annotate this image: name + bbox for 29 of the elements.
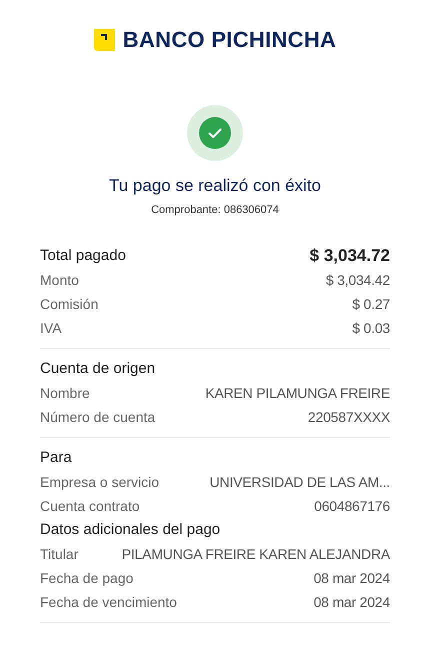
field-value: 0604867176	[314, 496, 390, 516]
field-label: IVA	[40, 318, 62, 338]
field-label: Monto	[40, 270, 79, 290]
field-value: KAREN PILAMUNGA FREIRE	[205, 384, 390, 402]
field-value: $ 0.27	[352, 294, 390, 314]
field-value: 08 mar 2024	[314, 592, 390, 612]
field-value: $ 0.03	[352, 318, 390, 338]
field-value: 08 mar 2024	[314, 568, 390, 588]
field-label: Empresa o servicio	[40, 472, 160, 492]
brand-name: BANCO PICHINCHA	[122, 26, 336, 54]
field-label: Número de cuenta	[40, 408, 156, 426]
success-title: Tu pago se realizó con éxito	[109, 175, 321, 197]
section-heading: Datos adicionales del pago	[40, 520, 220, 540]
field-value: PILAMUNGA FREIRE KAREN ALEJANDRA	[122, 544, 390, 564]
total-value: $ 3,034.72	[310, 245, 390, 268]
total-label: Total pagado	[40, 246, 126, 266]
receipt-number: Comprobante: 086306074	[151, 202, 279, 218]
logo-icon	[94, 28, 115, 50]
field-label: Comisión	[40, 294, 98, 314]
field-label: Fecha de pago	[40, 568, 134, 588]
field-label: Fecha de vencimiento	[40, 592, 177, 612]
field-value: $ 3,034.42	[326, 270, 390, 290]
field-label: Titular	[40, 544, 78, 564]
section-heading: Cuenta de origen	[40, 358, 156, 379]
field-label: Cuenta contrato	[40, 496, 140, 516]
field-label: Nombre	[40, 384, 90, 402]
field-value: 220587XXXX	[308, 408, 390, 426]
section-heading: Para	[40, 448, 72, 468]
field-value: UNIVERSIDAD DE LAS AM...	[210, 472, 390, 492]
